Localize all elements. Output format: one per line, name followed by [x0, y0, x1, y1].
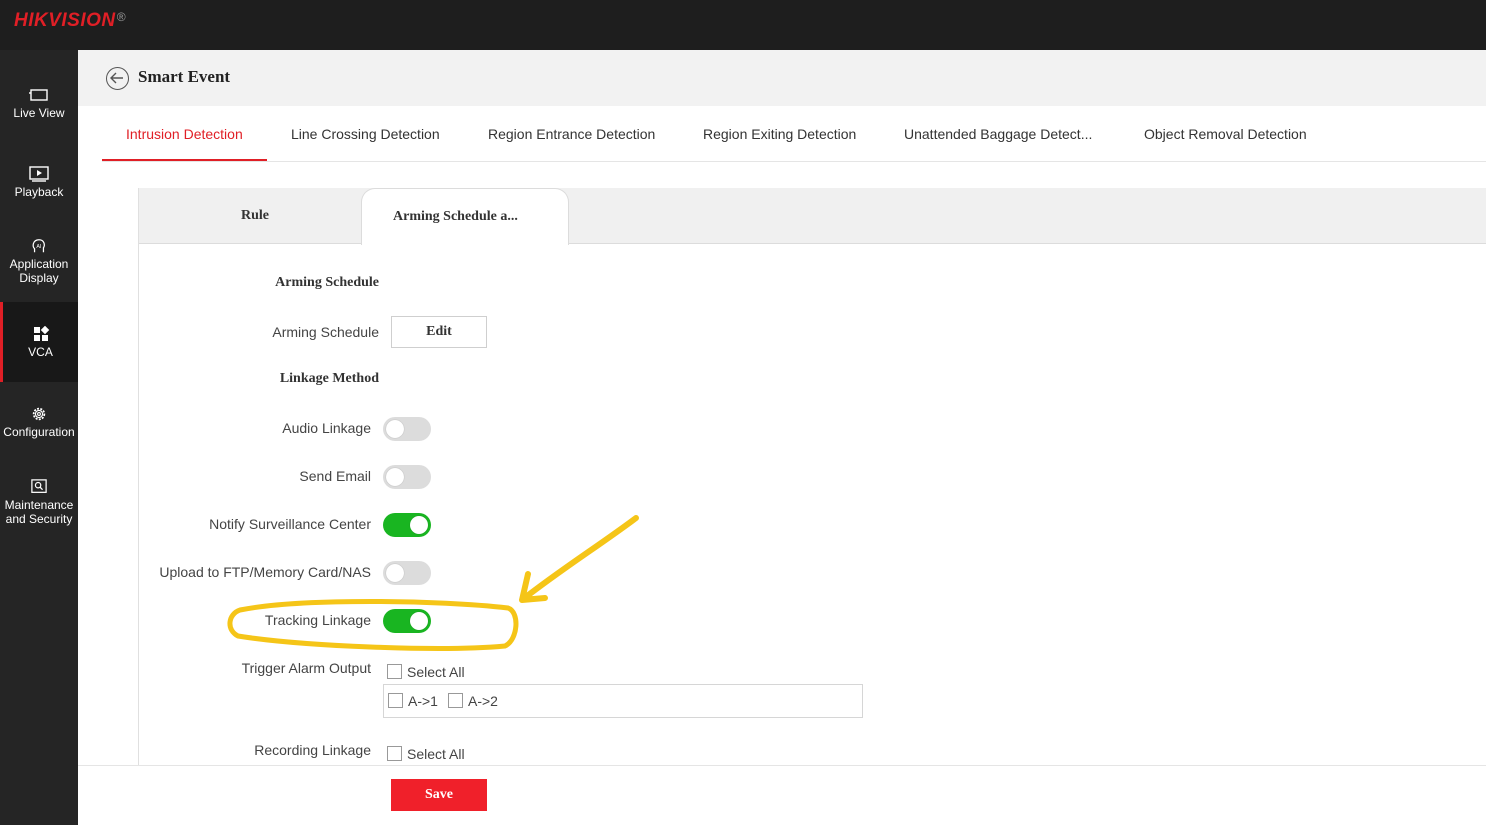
recording-select-all-label: Select All [407, 746, 465, 762]
sidebar-item-label: Playback [14, 185, 64, 199]
upload-ftp-toggle[interactable] [383, 561, 431, 585]
tab-unattended-baggage-detection[interactable]: Unattended Baggage Detect... [904, 126, 1092, 142]
alarm-output-a2-label: A->2 [468, 693, 498, 709]
audio-linkage-label: Audio Linkage [282, 420, 371, 436]
notify-surveillance-center-label: Notify Surveillance Center [209, 516, 371, 532]
subtabs-bar: Rule Arming Schedule a... [139, 188, 1486, 245]
linkage-method-section-title: Linkage Method [279, 371, 379, 386]
arrow-left-icon [110, 72, 123, 84]
top-bar: HIKVISION® [0, 0, 1486, 50]
sidebar-item-configuration[interactable]: Configuration [0, 406, 78, 439]
sidebar-item-application-display[interactable]: AI Application Display [0, 238, 78, 285]
audio-linkage-toggle[interactable] [383, 417, 431, 441]
tab-region-exiting-detection[interactable]: Region Exiting Detection [703, 126, 856, 142]
svg-text:AI: AI [36, 244, 41, 250]
event-tabs: Intrusion Detection Line Crossing Detect… [102, 106, 1486, 162]
tab-region-entrance-detection[interactable]: Region Entrance Detection [488, 126, 655, 142]
toggle-knob [386, 468, 404, 486]
subtab-arming-label: Arming Schedule a... [393, 209, 518, 224]
grid-icon [33, 326, 49, 341]
hikvision-logo: HIKVISION® [14, 10, 126, 31]
edit-schedule-button[interactable]: Edit [391, 316, 487, 348]
toggle-knob [410, 612, 428, 630]
sidebar-item-maintenance[interactable]: Maintenance and Security [0, 479, 78, 526]
sidebar-item-label: VCA [28, 345, 53, 359]
toggle-knob [386, 420, 404, 438]
monitor-icon [29, 89, 48, 101]
toggle-knob [386, 564, 404, 582]
sidebar: Live View Playback AI Application Displa… [0, 50, 78, 825]
subtab-rule[interactable]: Rule [241, 208, 269, 224]
footer-bar [78, 765, 1486, 825]
page-title: Smart Event [138, 67, 231, 86]
maintenance-icon [31, 479, 47, 493]
alarm-output-a2-checkbox[interactable] [448, 693, 463, 708]
arming-schedule-section-title: Arming Schedule [275, 275, 379, 290]
tab-intrusion-detection[interactable]: Intrusion Detection [126, 126, 243, 142]
sidebar-item-label: Application Display [9, 257, 69, 285]
notify-surveillance-center-toggle[interactable] [383, 513, 431, 537]
tracking-linkage-toggle[interactable] [383, 609, 431, 633]
recording-select-all-checkbox[interactable] [387, 746, 402, 761]
sidebar-item-label: Live View [13, 106, 65, 120]
gear-icon [32, 407, 46, 421]
sidebar-item-label: Maintenance and Security [4, 498, 74, 526]
trigger-alarm-output-label: Trigger Alarm Output [241, 660, 371, 676]
arming-schedule-label: Arming Schedule [272, 324, 379, 340]
alarm-select-all-label: Select All [407, 664, 465, 680]
send-email-label: Send Email [299, 468, 371, 484]
tab-line-crossing-detection[interactable]: Line Crossing Detection [291, 126, 440, 142]
upload-ftp-label: Upload to FTP/Memory Card/NAS [159, 564, 371, 580]
sidebar-item-playback[interactable]: Playback [0, 166, 78, 199]
save-button[interactable]: Save [391, 779, 487, 811]
back-button[interactable] [106, 67, 129, 90]
page-header: Smart Event [78, 50, 1486, 106]
alarm-output-a1-checkbox[interactable] [388, 693, 403, 708]
toggle-knob [410, 516, 428, 534]
tab-object-removal-detection[interactable]: Object Removal Detection [1144, 126, 1307, 142]
alarm-output-a1-label: A->1 [408, 693, 438, 709]
sidebar-item-vca[interactable]: VCA [0, 302, 78, 382]
sidebar-item-live-view[interactable]: Live View [0, 87, 78, 120]
recording-linkage-label: Recording Linkage [254, 742, 371, 758]
play-icon [29, 166, 49, 182]
subtab-arming-schedule[interactable]: Arming Schedule a... [361, 188, 569, 245]
sidebar-item-label: Configuration [3, 425, 75, 439]
active-tab-indicator [102, 159, 267, 161]
alarm-select-all-checkbox[interactable] [387, 664, 402, 679]
tracking-linkage-label: Tracking Linkage [264, 612, 371, 628]
send-email-toggle[interactable] [383, 465, 431, 489]
ai-head-icon: AI [32, 239, 45, 253]
